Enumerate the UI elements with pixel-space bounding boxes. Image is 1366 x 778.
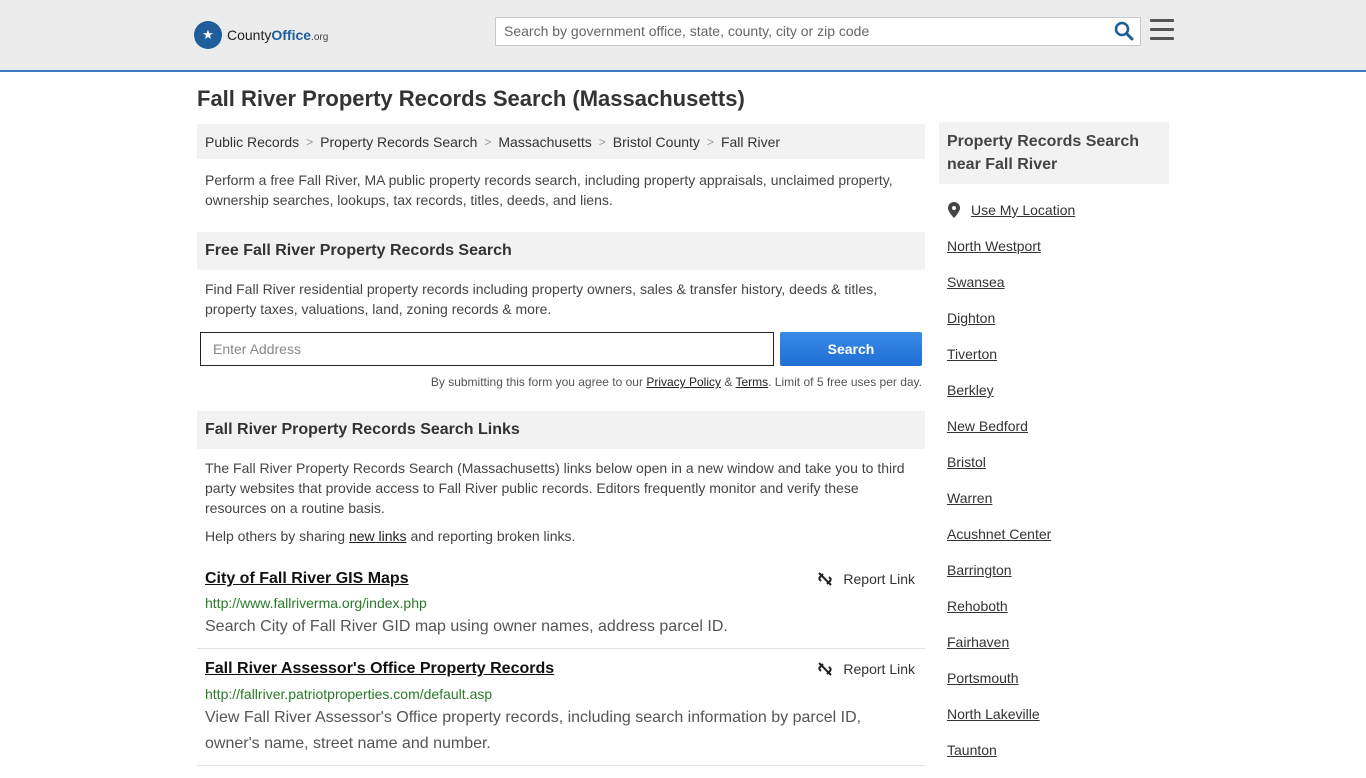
resource-url: http://www.fallriverma.org/index.php [205,595,427,611]
hamburger-menu-icon[interactable] [1150,19,1174,41]
use-my-location: Use My Location [947,202,1075,218]
breadcrumb-property-records-search[interactable]: Property Records Search [320,134,477,150]
breadcrumb-bristol-county[interactable]: Bristol County [613,134,700,150]
nearby-place-link[interactable]: Barrington [947,562,1012,578]
list-item: Taunton [947,742,1051,778]
list-item: Bristol [947,454,1051,490]
resource-title-link[interactable]: Fall River Assessor's Office Property Re… [205,660,554,678]
site-search-input[interactable] [496,18,1102,43]
links-intro: The Fall River Property Records Search (… [205,460,905,516]
resource-description: Search City of Fall River GID map using … [205,618,728,635]
broken-link-icon [818,572,833,586]
logo-wordmark: CountyOffice.org [227,27,329,43]
list-item: Fairhaven [947,634,1051,670]
breadcrumb-separator: > [306,134,314,149]
breadcrumb-public-records[interactable]: Public Records [205,134,299,150]
disclaimer-text: By submitting this form you agree to our [430,375,647,389]
nearby-place-link[interactable]: North Westport [947,238,1041,254]
help-text: Help others by sharing new links and rep… [205,528,575,544]
resource-title-link[interactable]: City of Fall River GIS Maps [205,570,409,588]
report-link-button[interactable]: Report Link [817,661,915,677]
list-item: North Lakeville [947,706,1051,742]
eagle-seal-icon: ★ [194,21,222,49]
nearby-place-link[interactable]: Dighton [947,310,995,326]
use-my-location-link[interactable]: Use My Location [971,202,1075,218]
links-heading: Fall River Property Records Search Links [197,411,925,449]
list-item: Rehoboth [947,598,1051,634]
list-item: Acushnet Center [947,526,1051,562]
nearby-place-link[interactable]: Tiverton [947,346,997,362]
intro-text: Perform a free Fall River, MA public pro… [205,172,893,208]
report-link-label: Report Link [843,571,915,587]
list-item: Warren [947,490,1051,526]
search-icon[interactable] [1114,21,1134,41]
report-link-button[interactable]: Report Link [817,571,915,587]
search-disclaimer: By submitting this form you agree to our… [300,375,922,389]
nearby-place-link[interactable]: Rehoboth [947,598,1008,614]
disclaimer-amp: & [721,375,736,389]
list-item: Berkley [947,382,1051,418]
nearby-place-link[interactable]: New Bedford [947,418,1028,434]
address-input[interactable] [200,332,774,366]
free-search-heading: Free Fall River Property Records Search [197,232,925,270]
breadcrumb: Public Records > Property Records Search >… [197,124,925,159]
new-links-link[interactable]: new links [349,528,407,544]
list-item: North Westport [947,238,1051,274]
nearby-place-link[interactable]: Fairhaven [947,634,1009,650]
nearby-place-link[interactable]: Acushnet Center [947,526,1051,542]
list-item: Barrington [947,562,1051,598]
broken-link-icon [818,662,833,676]
disclaimer-limit-text: . Limit of 5 free uses per day. [768,375,922,389]
nearby-place-link[interactable]: Warren [947,490,992,506]
free-search-description: Find Fall River residential property rec… [205,281,878,317]
list-item: Tiverton [947,346,1051,382]
privacy-policy-link[interactable]: Privacy Policy [646,375,721,389]
breadcrumb-separator: > [598,134,606,149]
breadcrumb-fall-river[interactable]: Fall River [721,134,780,150]
resource-description: View Fall River Assessor's Office proper… [205,709,862,752]
nearby-place-link[interactable]: Portsmouth [947,670,1019,686]
nearby-place-link[interactable]: Swansea [947,274,1005,290]
breadcrumb-separator: > [706,134,714,149]
list-item: Fall River Assessor's Office Property Re… [197,649,925,766]
nearby-place-link[interactable]: Bristol [947,454,986,470]
list-item: Dighton [947,310,1051,346]
resource-url: http://fallriver.patriotproperties.com/d… [205,686,493,702]
site-logo[interactable]: ★ CountyOffice.org [194,20,328,50]
help-text-pre: Help others by sharing [205,528,349,544]
nearby-places-list: North Westport Swansea Dighton Tiverton … [947,238,1051,778]
breadcrumb-separator: > [484,134,492,149]
list-item: New Bedford [947,418,1051,454]
list-item: Swansea [947,274,1051,310]
breadcrumb-massachusetts[interactable]: Massachusetts [498,134,591,150]
nearby-place-link[interactable]: Taunton [947,742,997,758]
nearby-place-link[interactable]: Berkley [947,382,994,398]
terms-link[interactable]: Terms [735,375,768,389]
list-item: City of Fall River GIS Maps Report Link … [197,560,925,649]
site-header: ★ CountyOffice.org [0,0,1366,72]
help-text-post: and reporting broken links. [406,528,576,544]
page-title: Fall River Property Records Search (Mass… [197,86,745,111]
sidebar-heading: Property Records Search near Fall River [939,122,1169,184]
nearby-place-link[interactable]: North Lakeville [947,706,1040,722]
map-pin-icon [948,202,960,218]
address-search-button[interactable]: Search [780,332,922,366]
site-search [495,17,1141,46]
list-item: Portsmouth [947,670,1051,706]
report-link-label: Report Link [843,661,915,677]
